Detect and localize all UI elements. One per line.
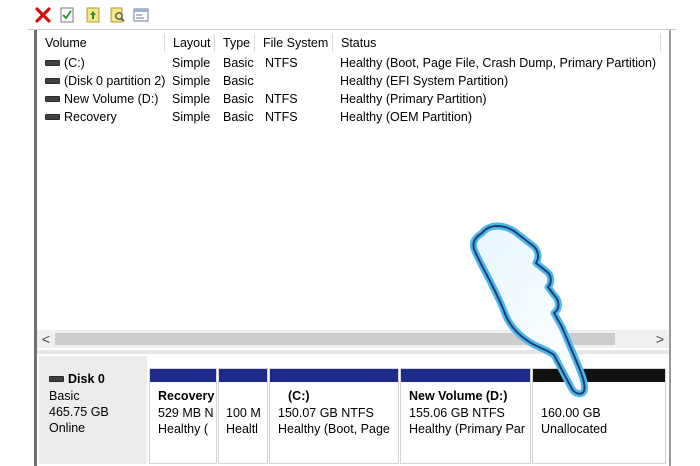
column-header-label: Status [341, 36, 377, 50]
file-system-cell: NTFS [265, 92, 298, 106]
volume-icon [45, 95, 60, 102]
volume-row[interactable]: New Volume (D:) Simple Basic NTFS Health… [37, 90, 669, 108]
volume-cell: (C:) [45, 54, 85, 72]
status-cell: Healthy (OEM Partition) [340, 110, 472, 124]
file-system-cell: NTFS [265, 110, 298, 124]
hand-pointer-icon [470, 222, 588, 398]
partition-size: 100 M [226, 406, 261, 420]
column-header-label: File System [263, 36, 329, 50]
toolbar [28, 0, 676, 30]
column-header-status[interactable]: Status [333, 34, 661, 52]
disk-info-box[interactable]: Disk 0 Basic 465.75 GB Online [39, 356, 147, 464]
type-cell: Basic [223, 92, 254, 106]
status-cell: Healthy (EFI System Partition) [340, 74, 509, 88]
column-header-layout[interactable]: Layout [165, 34, 215, 52]
properties-icon[interactable] [58, 6, 76, 24]
layout-cell: Simple [172, 56, 211, 70]
volume-name: Recovery [64, 110, 117, 124]
partition-status: Unallocated [541, 422, 608, 436]
column-header-file-system[interactable]: File System [255, 34, 333, 52]
frame-line [28, 29, 676, 30]
partition-bar [150, 369, 216, 382]
volume-cell: Recovery [45, 108, 117, 126]
explore-icon[interactable] [108, 6, 126, 24]
console-icon[interactable] [132, 6, 150, 24]
volume-row[interactable]: Recovery Simple Basic NTFS Healthy (OEM … [37, 108, 669, 126]
status-cell: Healthy (Primary Partition) [340, 92, 487, 106]
scroll-right-arrow[interactable]: > [652, 331, 668, 347]
volume-row[interactable]: (Disk 0 partition 2) Simple Basic Health… [37, 72, 669, 90]
disk-type: Basic [49, 389, 80, 403]
partition-name: (C:) [288, 389, 310, 403]
disk-name: Disk 0 [68, 372, 105, 386]
file-system-cell: NTFS [265, 56, 298, 70]
layout-cell: Simple [172, 110, 211, 124]
partition-status: Healthy ( [158, 422, 209, 436]
volume-name: New Volume (D:) [64, 92, 159, 106]
column-header-type[interactable]: Type [215, 34, 255, 52]
column-header-label: Type [223, 36, 251, 50]
delete-icon[interactable] [34, 6, 52, 24]
partition-size: 529 MB N [158, 406, 214, 420]
partition-c[interactable]: (C:) 150.07 GB NTFS Healthy (Boot, Page [269, 368, 399, 464]
partition-status: Healthy (Primary Par [409, 422, 525, 436]
partition-bar [219, 369, 267, 382]
help-icon[interactable] [84, 6, 102, 24]
volume-icon [45, 77, 60, 84]
type-cell: Basic [223, 56, 254, 70]
layout-cell: Simple [172, 74, 211, 88]
volume-cell: (Disk 0 partition 2) [45, 72, 165, 90]
volume-row[interactable]: (C:) Simple Basic NTFS Healthy (Boot, Pa… [37, 54, 669, 72]
scroll-left-arrow[interactable]: < [38, 331, 54, 347]
disk-title: Disk 0 [49, 372, 105, 386]
partition-efi[interactable]: 100 M Healtl [218, 368, 268, 464]
partition-status: Healthy (Boot, Page [278, 422, 390, 436]
partition-recovery[interactable]: Recovery 529 MB N Healthy ( [149, 368, 217, 464]
disk-size: 465.75 GB [49, 405, 109, 419]
column-header-volume[interactable]: Volume [37, 34, 165, 52]
volume-name: (C:) [64, 56, 85, 70]
partition-size: 150.07 GB NTFS [278, 406, 374, 420]
partition-name: Recovery [158, 389, 215, 403]
partition-bar [270, 369, 398, 382]
disk-icon [49, 375, 64, 382]
volume-name: (Disk 0 partition 2) [64, 74, 166, 88]
type-cell: Basic [223, 110, 254, 124]
disk-state: Online [49, 421, 86, 435]
volume-icon [45, 113, 60, 120]
partition-status: Healtl [226, 422, 258, 436]
volume-icon [45, 59, 60, 66]
frame-border-right [669, 30, 671, 466]
volume-list-header: Volume Layout Type File System Status [37, 34, 669, 52]
column-header-label: Layout [173, 36, 211, 50]
column-header-label: Volume [45, 36, 87, 50]
type-cell: Basic [223, 74, 254, 88]
volume-cell: New Volume (D:) [45, 90, 158, 108]
layout-cell: Simple [172, 92, 211, 106]
status-cell: Healthy (Boot, Page File, Crash Dump, Pr… [340, 56, 657, 70]
